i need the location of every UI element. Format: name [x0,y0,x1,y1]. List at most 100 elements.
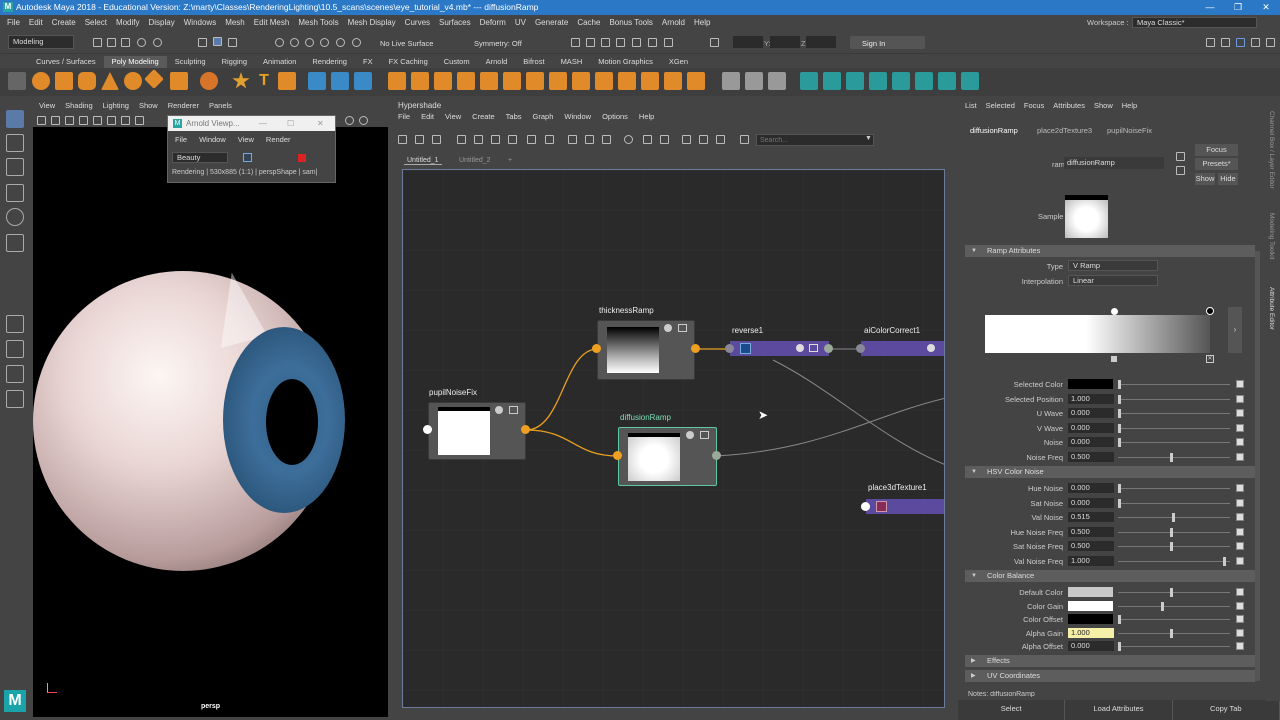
node-attributes-icon[interactable] [509,406,518,414]
rotate-tool-icon[interactable] [6,208,24,226]
live-surface-label[interactable]: No Live Surface [380,39,433,48]
extrude-icon[interactable] [388,72,406,90]
z-field[interactable] [806,36,836,48]
place3d-input-port[interactable] [861,502,870,511]
default-color-slider-handle[interactable] [1169,588,1173,597]
menu-modify[interactable]: Modify [116,18,140,27]
merge-icon[interactable] [503,72,521,90]
svg-icon[interactable] [278,72,296,90]
attribute-editor-tab[interactable]: Attribute Editor [1268,287,1275,330]
type-dropdown[interactable]: V Ramp [1068,260,1158,271]
graph-input-output-icon[interactable] [415,135,424,144]
noise-map-button[interactable] [1236,438,1244,447]
snap-vertex-icon[interactable] [352,38,361,47]
default-color-slider[interactable] [1118,588,1230,597]
chamfer-icon[interactable] [595,72,613,90]
color-gain-slider-handle[interactable] [1161,601,1165,611]
selected-position-slider-handle[interactable] [1118,394,1121,404]
ramp-handle-icon[interactable] [1111,308,1118,315]
menu-windows[interactable]: Windows [184,18,216,27]
y-field[interactable] [770,36,800,48]
hypershade-icon[interactable] [632,38,641,47]
noise-freq-slider-handle[interactable] [1169,453,1173,462]
tab-diffusion-ramp[interactable]: diffusionRamp [970,126,1018,135]
refresh-render-icon[interactable] [243,153,252,162]
multi-cut-icon[interactable] [722,72,740,90]
attr-menu-selected[interactable]: Selected [986,101,1015,113]
undo-icon[interactable] [137,38,146,47]
hypershade-panel-icon[interactable] [1221,38,1230,47]
render-setup-icon[interactable] [648,38,657,47]
color-gain-slider[interactable] [1118,601,1230,611]
search-icon[interactable] [624,135,633,144]
ramp-gradient[interactable] [985,315,1210,353]
val-noise-slider[interactable] [1118,513,1230,523]
hue-noise-slider[interactable] [1118,484,1230,493]
section-ramp-attributes[interactable]: Ramp Attributes [965,245,1255,257]
poly-cube-icon[interactable] [55,72,73,90]
channel-box-tab[interactable]: Channel Box / Layer Editor [1268,111,1275,189]
sat-noise-freq-slider[interactable] [1118,542,1230,552]
color-offset-swatch[interactable] [1068,614,1113,624]
v-wave-field[interactable]: 0.000 [1068,422,1114,433]
section-uv-coordinates[interactable]: UV Coordinates [965,670,1255,682]
separate-icon[interactable] [331,72,349,90]
snap-grid-icon[interactable] [275,38,284,47]
fill-hole-icon[interactable] [457,72,475,90]
reverse-node[interactable] [730,341,829,356]
u-wave-slider-handle[interactable] [1118,409,1121,419]
hue-noise-field[interactable]: 0.000 [1068,483,1114,493]
arnold-menu-render[interactable]: Render [266,135,291,144]
two-d-pan-icon[interactable] [93,116,102,125]
remove-selected-icon[interactable] [545,135,554,144]
maximize-icon[interactable]: ☐ [287,116,294,131]
pupil-input-port[interactable] [423,425,432,434]
hypershade-menu-help[interactable]: Help [639,112,654,125]
hypershade-menu-view[interactable]: View [445,112,461,125]
poly-cone-icon[interactable] [101,72,119,90]
attr-menu-attributes[interactable]: Attributes [1053,101,1085,113]
cylindrical-map-icon[interactable] [823,72,841,90]
shelf-tab-rendering[interactable]: Rendering [304,56,355,68]
default-color-map-button[interactable] [1236,588,1244,596]
selected-position-slider[interactable] [1118,394,1230,404]
node-settings-icon[interactable] [927,344,935,352]
ramp-delete-selected-icon[interactable]: ✕ [1206,355,1214,363]
minimize-icon[interactable]: — [1196,0,1224,15]
sew-uv-icon[interactable] [938,72,956,90]
scale-tool-icon[interactable] [6,234,24,252]
shelf-tab-xgen[interactable]: XGen [661,56,696,68]
modeling-toolkit-icon[interactable] [1206,38,1215,47]
unfold-icon[interactable] [961,72,979,90]
tab-untitled-2[interactable]: Untitled_2 [456,157,494,164]
shelf-tab-fx[interactable]: FX [355,56,381,68]
rearrange-graph-icon[interactable] [508,135,517,144]
planar-map-icon[interactable] [800,72,818,90]
menu-uv[interactable]: UV [515,18,526,27]
sat-noise-freq-slider-handle[interactable] [1169,542,1173,552]
new-scene-icon[interactable] [93,38,102,47]
shelf-tab-mash[interactable]: MASH [553,56,591,68]
tab-place2d-texture[interactable]: place2dTexture3 [1037,126,1092,135]
mode-dropdown[interactable]: Modeling [8,35,74,49]
modeling-toolkit-tab[interactable]: Modeling Toolkit [1268,213,1275,260]
menu-file[interactable]: File [7,18,20,27]
menu-surfaces[interactable]: Surfaces [439,18,471,27]
thickness-input-port[interactable] [592,344,601,353]
noise-freq-field[interactable]: 0.500 [1068,452,1114,462]
shelf-tab-custom[interactable]: Custom [436,56,478,68]
hypershade-menu-create[interactable]: Create [472,112,495,125]
expand-ramp-button[interactable]: › [1228,307,1242,353]
shelf-tab-animation[interactable]: Animation [255,56,304,68]
hue-noise-freq-field[interactable]: 0.500 [1068,526,1114,537]
section-effects[interactable]: Effects [965,655,1255,667]
shelf-settings-icon[interactable] [8,72,26,90]
noise-slider-handle[interactable] [1118,438,1121,448]
arnold-menu-view[interactable]: View [238,135,254,144]
outliner-icon[interactable] [6,390,24,408]
select-by-object-icon[interactable] [213,37,222,46]
paint-select-tool-icon[interactable] [6,158,24,176]
shelf-tab-fx-caching[interactable]: FX Caching [381,56,436,68]
alpha-gain-map-button[interactable] [1236,628,1244,637]
attr-menu-focus[interactable]: Focus [1024,101,1044,113]
